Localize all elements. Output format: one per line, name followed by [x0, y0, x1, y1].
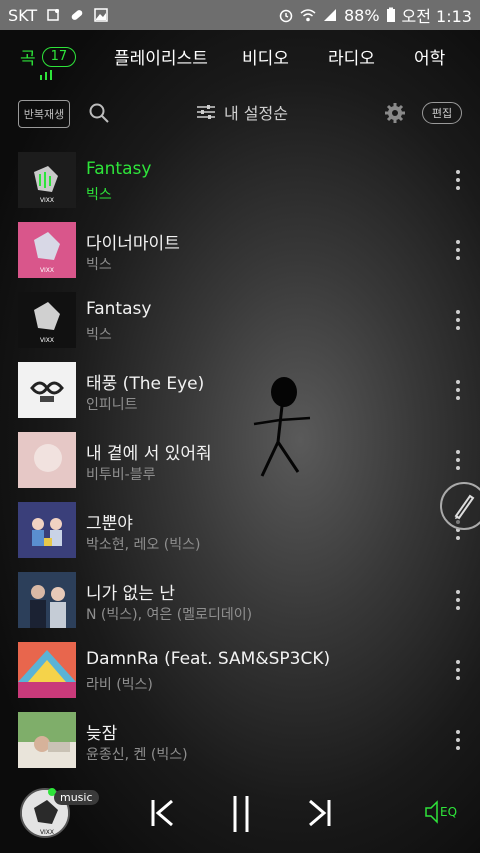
sort-label: 내 설정순: [224, 104, 288, 123]
eq-label: EQ: [440, 805, 458, 819]
clock-label: 오전 1:13: [401, 7, 472, 26]
edit-button[interactable]: 편집: [422, 102, 462, 124]
battery-label: 88%: [343, 5, 380, 25]
list-item[interactable]: VIXX 다이너마이트 빅스: [0, 216, 480, 286]
tab-videos[interactable]: 비디오: [242, 44, 289, 69]
more-options-icon[interactable]: [452, 168, 464, 192]
song-title: 다이너마이트: [86, 234, 180, 254]
song-artist: 윤종신, 켄 (빅스): [86, 747, 188, 763]
next-icon[interactable]: [306, 798, 332, 828]
list-item[interactable]: 늦잠 윤종신, 켄 (빅스): [0, 706, 480, 776]
album-art: VIXX: [18, 152, 76, 208]
list-item[interactable]: 내 곁에 서 있어줘 비투비-블루: [0, 426, 480, 496]
more-options-icon[interactable]: [452, 658, 464, 682]
gear-icon[interactable]: [384, 102, 406, 124]
alarm-icon: [279, 9, 293, 23]
more-options-icon[interactable]: [452, 238, 464, 262]
carrier-label: SKT: [8, 5, 38, 25]
song-title: 늦잠: [86, 724, 118, 744]
wifi-icon: [300, 9, 316, 22]
eq-icon: [425, 800, 438, 824]
pause-icon[interactable]: [228, 794, 254, 834]
list-item[interactable]: DamnRa (Feat. SAM&SP3CK) 라비 (빅스): [0, 636, 480, 706]
image-icon: [94, 8, 108, 22]
album-art: [18, 572, 76, 628]
battery-icon: [386, 7, 395, 22]
list-item[interactable]: 그뿐야 박소현, 레오 (빅스): [0, 496, 480, 566]
song-title: Fantasy: [86, 159, 152, 179]
playing-indicator-icon: [40, 70, 52, 80]
music-tag: music: [54, 790, 99, 805]
list-toolbar: 반복재생 내 설정순 편집: [0, 96, 480, 136]
svg-text:VIXX: VIXX: [40, 829, 54, 836]
sort-button[interactable]: 내 설정순: [196, 100, 288, 124]
sliders-icon: [197, 105, 215, 119]
song-artist: 박소현, 레오 (빅스): [86, 537, 201, 553]
more-options-icon[interactable]: [452, 728, 464, 752]
song-artist: 빅스: [86, 327, 112, 343]
repeat-button[interactable]: 반복재생: [18, 100, 70, 128]
mini-player: VIXX music EQ: [0, 770, 480, 853]
tab-songs[interactable]: 곡 17: [20, 44, 77, 69]
album-art: [18, 712, 76, 768]
stick-figure-drawing: [253, 377, 311, 477]
list-item[interactable]: 태풍 (The Eye) 인피니트: [0, 356, 480, 426]
album-art: [18, 362, 76, 418]
more-options-icon[interactable]: [452, 448, 464, 472]
tab-language[interactable]: 어학: [414, 44, 445, 69]
list-item[interactable]: VIXX Fantasy 빅스: [0, 146, 480, 216]
more-options-icon[interactable]: [452, 588, 464, 612]
song-title: 내 곁에 서 있어줘: [86, 444, 212, 464]
song-title: 그뿐야: [86, 514, 133, 534]
song-artist: 라비 (빅스): [86, 677, 153, 693]
tab-playlists[interactable]: 플레이리스트: [114, 44, 208, 69]
song-artist: 빅스: [86, 257, 112, 273]
tab-songs-label: 곡: [20, 49, 36, 69]
svg-text:VIXX: VIXX: [40, 197, 54, 204]
more-options-icon[interactable]: [452, 378, 464, 402]
tab-bar: 곡 17 플레이리스트 비디오 라디오 어학: [0, 30, 480, 86]
album-art: VIXX: [18, 292, 76, 348]
signal-icon: [323, 9, 336, 21]
svg-text:VIXX: VIXX: [40, 337, 54, 344]
search-icon[interactable]: [88, 102, 110, 124]
notification-icon: [47, 9, 60, 21]
status-bar: SKT 88% 오전 1:13: [0, 0, 480, 30]
song-count-badge: 17: [41, 46, 77, 67]
song-artist: 빅스: [86, 187, 112, 203]
album-art: [18, 432, 76, 488]
previous-icon[interactable]: [150, 798, 176, 828]
pen-icon: [454, 494, 475, 520]
svg-text:VIXX: VIXX: [40, 267, 54, 274]
pill-icon: [71, 10, 83, 20]
floating-pen-button[interactable]: [440, 482, 480, 530]
song-title: Fantasy: [86, 299, 152, 319]
list-item[interactable]: VIXX Fantasy 빅스: [0, 286, 480, 356]
song-artist: 비투비-블루: [86, 467, 156, 483]
song-title: DamnRa (Feat. SAM&SP3CK): [86, 649, 331, 669]
song-title: 태풍 (The Eye): [86, 374, 205, 394]
more-options-icon[interactable]: [452, 308, 464, 332]
album-art: [18, 502, 76, 558]
song-list: VIXX Fantasy 빅스 VIXX 다이너마이트 빅스 VIXX Fant…: [0, 146, 480, 776]
song-artist: N (빅스), 여은 (멜로디데이): [86, 607, 253, 623]
album-art: [18, 642, 76, 698]
list-item[interactable]: 니가 없는 난 N (빅스), 여은 (멜로디데이): [0, 566, 480, 636]
song-artist: 인피니트: [86, 397, 138, 413]
song-title: 니가 없는 난: [86, 584, 176, 604]
tab-radio[interactable]: 라디오: [328, 44, 375, 69]
eq-button[interactable]: EQ: [424, 800, 457, 824]
album-art: VIXX: [18, 222, 76, 278]
